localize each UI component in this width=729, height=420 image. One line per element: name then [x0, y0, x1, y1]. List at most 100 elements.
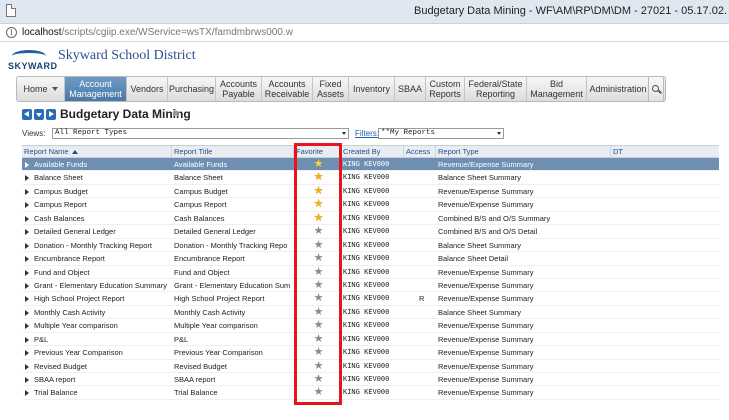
expand-row-icon[interactable] — [25, 256, 29, 263]
favorite-star-icon[interactable]: ★ — [313, 306, 324, 319]
favorite-star-icon[interactable]: ★ — [313, 346, 324, 359]
cell-report-name[interactable]: Trial Balance — [32, 386, 172, 399]
nav-item-administration[interactable]: Administration — [587, 77, 649, 101]
nav-item-purchasing[interactable]: Purchasing — [168, 77, 216, 101]
table-row[interactable]: Detailed General Ledger Detailed General… — [22, 225, 719, 239]
table-row[interactable]: Available Funds Available Funds ★ KING K… — [22, 158, 719, 172]
cell-report-name[interactable]: Grant - Elementary Education Summary — [32, 279, 172, 292]
cell-report-name[interactable]: Campus Report — [32, 198, 172, 211]
table-row[interactable]: Previous Year Comparison Previous Year C… — [22, 346, 719, 360]
favorite-star-icon[interactable]: ★ — [313, 252, 324, 265]
favorite-page-star-icon[interactable]: ★ — [171, 107, 181, 120]
cell-report-name[interactable]: Balance Sheet — [32, 171, 172, 184]
nav-item-sbaa[interactable]: SBAA — [395, 77, 426, 101]
table-row[interactable]: Trial Balance Trial Balance ★ KING KEV00… — [22, 386, 719, 400]
filters-link[interactable]: Filters: — [355, 129, 379, 138]
column-header-report-title[interactable]: Report Title — [172, 146, 294, 158]
nav-item-custom-reports[interactable]: Custom Reports — [426, 77, 465, 101]
expand-row-icon[interactable] — [25, 390, 29, 397]
table-row[interactable]: Campus Budget Campus Budget ★ KING KEV00… — [22, 185, 719, 199]
cell-report-name[interactable]: Campus Budget — [32, 185, 172, 198]
favorite-star-icon[interactable]: ★ — [313, 319, 324, 332]
expand-row-icon[interactable] — [25, 363, 29, 370]
favorite-star-icon[interactable]: ★ — [313, 360, 324, 373]
favorite-star-icon[interactable]: ★ — [313, 373, 324, 386]
expand-row-icon[interactable] — [25, 175, 29, 182]
favorite-star-icon[interactable]: ★ — [313, 292, 324, 305]
favorite-star-icon[interactable]: ★ — [313, 333, 324, 346]
table-row[interactable]: Multiple Year comparison Multiple Year c… — [22, 319, 719, 333]
table-row[interactable]: Revised Budget Revised Budget ★ KING KEV… — [22, 360, 719, 373]
table-row[interactable]: Fund and Object Fund and Object ★ KING K… — [22, 266, 719, 279]
favorite-star-icon[interactable]: ★ — [313, 279, 324, 292]
history-dropdown-icon[interactable] — [34, 109, 44, 120]
nav-item-accounts-receivable[interactable]: Accounts Receivable — [262, 77, 313, 101]
column-header-dt[interactable]: DT — [611, 146, 719, 158]
cell-report-name[interactable]: Encumbrance Report — [32, 252, 172, 265]
filters-select[interactable]: **My Reports — [378, 128, 504, 139]
column-header-access[interactable]: Access — [404, 146, 436, 158]
expand-row-icon[interactable] — [25, 188, 29, 195]
expand-row-icon[interactable] — [25, 215, 29, 222]
nav-item-home[interactable]: Home — [17, 77, 65, 101]
favorite-star-icon[interactable]: ★ — [313, 266, 324, 279]
favorite-star-icon[interactable]: ★ — [313, 225, 324, 238]
chevron-down-icon[interactable] — [51, 87, 58, 91]
forward-arrow-icon[interactable] — [46, 109, 56, 120]
back-arrow-icon[interactable] — [22, 109, 32, 120]
favorite-star-icon[interactable]: ★ — [313, 185, 324, 198]
table-row[interactable]: Monthly Cash Activity Monthly Cash Activ… — [22, 306, 719, 320]
expand-row-icon[interactable] — [25, 309, 29, 316]
column-header-created-by[interactable]: Created By — [341, 146, 404, 158]
cell-report-name[interactable]: P&L — [32, 333, 172, 346]
address-bar[interactable]: i localhost/scripts/cgiip.exe/WService=w… — [0, 24, 729, 42]
expand-row-icon[interactable] — [25, 336, 29, 343]
table-row[interactable]: Encumbrance Report Encumbrance Report ★ … — [22, 252, 719, 266]
expand-row-icon[interactable] — [25, 162, 29, 168]
expand-row-icon[interactable] — [25, 323, 29, 330]
cell-report-name[interactable]: SBAA report — [32, 373, 172, 386]
column-header-report-type[interactable]: Report Type — [436, 146, 611, 158]
favorite-star-icon[interactable]: ★ — [313, 198, 324, 211]
favorite-star-icon[interactable]: ★ — [313, 158, 324, 171]
favorite-star-icon[interactable]: ★ — [313, 239, 324, 252]
nav-search-button[interactable] — [648, 76, 664, 102]
expand-row-icon[interactable] — [25, 282, 29, 289]
cell-report-name[interactable]: High School Project Report — [32, 292, 172, 305]
cell-report-name[interactable]: Cash Balances — [32, 212, 172, 225]
table-row[interactable]: SBAA report SBAA report ★ KING KEV000 Re… — [22, 373, 719, 387]
table-row[interactable]: Cash Balances Cash Balances ★ KING KEV00… — [22, 212, 719, 226]
expand-row-icon[interactable] — [25, 350, 29, 357]
table-row[interactable]: P&L P&L ★ KING KEV000 Revenue/Expense Su… — [22, 333, 719, 347]
expand-row-icon[interactable] — [25, 296, 29, 303]
table-row[interactable]: Donation - Monthly Tracking Report Donat… — [22, 239, 719, 253]
nav-item-accounts-payable[interactable]: Accounts Payable — [216, 77, 262, 101]
info-icon[interactable]: i — [6, 27, 17, 38]
favorite-star-icon[interactable]: ★ — [313, 386, 324, 399]
table-row[interactable]: Grant - Elementary Education Summary Gra… — [22, 279, 719, 293]
favorite-star-icon[interactable]: ★ — [313, 171, 324, 184]
cell-report-name[interactable]: Fund and Object — [32, 266, 172, 279]
cell-report-name[interactable]: Available Funds — [32, 158, 172, 171]
table-row[interactable]: High School Project Report High School P… — [22, 292, 719, 306]
column-header-favorite[interactable]: Favorite — [294, 146, 341, 158]
column-header-report-name[interactable]: Report Name — [22, 146, 172, 158]
expand-row-icon[interactable] — [25, 377, 29, 383]
nav-item-federal-state-reporting[interactable]: Federal/State Reporting — [465, 77, 527, 101]
expand-row-icon[interactable] — [25, 229, 29, 236]
expand-row-icon[interactable] — [25, 269, 29, 276]
nav-item-fixed-assets[interactable]: Fixed Assets — [313, 77, 349, 101]
nav-item-inventory[interactable]: Inventory — [349, 77, 395, 101]
cell-report-name[interactable]: Multiple Year comparison — [32, 319, 172, 332]
nav-item-account-management[interactable]: Account Management — [65, 77, 127, 101]
expand-row-icon[interactable] — [25, 202, 29, 209]
nav-item-bid-management[interactable]: Bid Management — [527, 77, 587, 101]
table-row[interactable]: Balance Sheet Balance Sheet ★ KING KEV00… — [22, 171, 719, 185]
cell-report-name[interactable]: Donation - Monthly Tracking Report — [32, 239, 172, 252]
table-row[interactable]: Campus Report Campus Report ★ KING KEV00… — [22, 198, 719, 212]
address-url[interactable]: localhost/scripts/cgiip.exe/WService=wsT… — [22, 27, 293, 38]
cell-report-name[interactable]: Monthly Cash Activity — [32, 306, 172, 319]
favorite-star-icon[interactable]: ★ — [313, 212, 324, 225]
cell-report-name[interactable]: Revised Budget — [32, 360, 172, 373]
cell-report-name[interactable]: Detailed General Ledger — [32, 225, 172, 238]
